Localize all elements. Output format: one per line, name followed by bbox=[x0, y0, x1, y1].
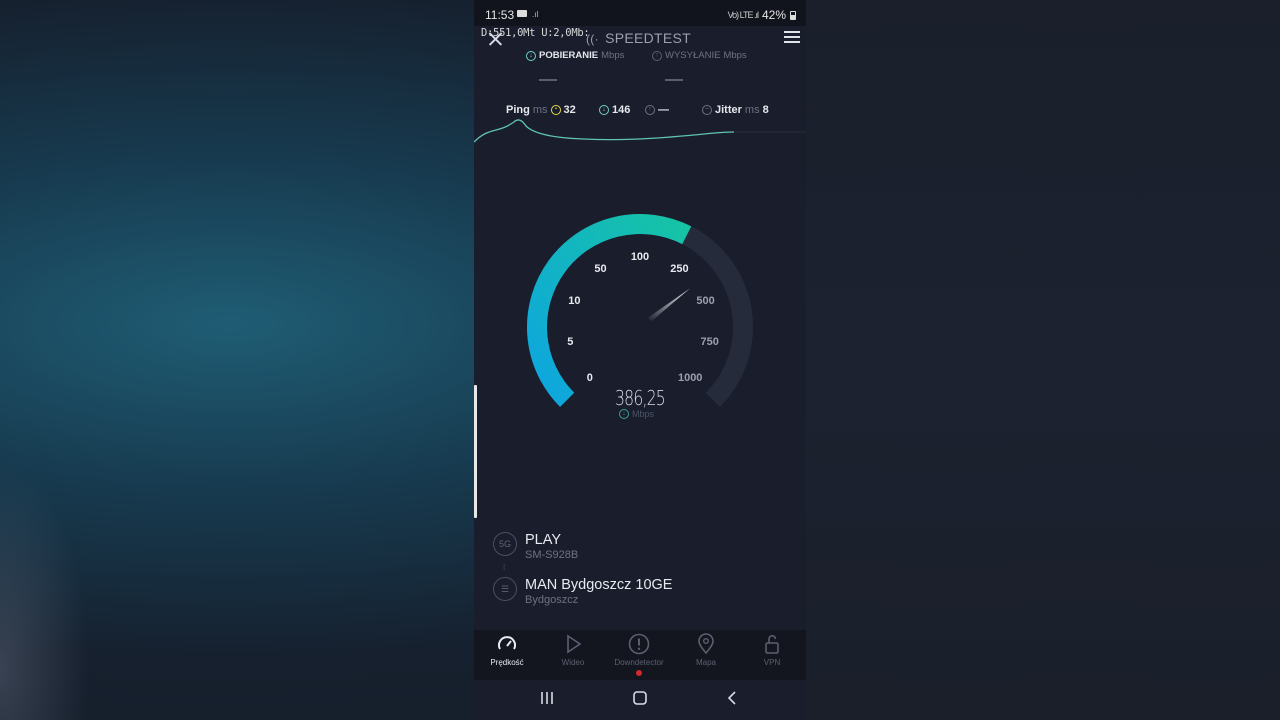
gauge-tick-label: 500 bbox=[696, 295, 714, 307]
upload-value-placeholder bbox=[665, 79, 683, 81]
upload-arrow-icon: ↑ bbox=[652, 50, 662, 61]
recent-apps-icon[interactable] bbox=[540, 690, 554, 706]
nav-vpn[interactable]: VPN bbox=[739, 630, 805, 667]
gauge-needle bbox=[647, 288, 690, 322]
nav-map[interactable]: Mapa bbox=[673, 630, 739, 667]
nav-map-label: Mapa bbox=[695, 658, 716, 667]
tab-download-label: POBIERANIE bbox=[539, 50, 599, 61]
app-title: ((· SPEEDTEST bbox=[586, 30, 691, 46]
edge-panel-handle[interactable] bbox=[474, 385, 477, 518]
gauge-progress bbox=[527, 214, 692, 407]
signal-small-icon: .ıl bbox=[532, 10, 539, 19]
camera-icon bbox=[517, 10, 527, 17]
gauge-speed-value: 386,25 bbox=[615, 386, 666, 410]
app-title-text: SPEEDTEST bbox=[605, 30, 692, 46]
nav-downdetector[interactable]: Downdetector bbox=[606, 630, 672, 667]
play-icon bbox=[567, 634, 582, 654]
background-glow bbox=[0, 460, 90, 720]
server-row[interactable]: ☰ MAN Bydgoszcz 10GE Bydgoszcz bbox=[493, 577, 672, 606]
system-navigation bbox=[474, 680, 806, 720]
gauge-tick-label: 10 bbox=[568, 295, 580, 307]
status-right: Vo) LTE .ıl 42% bbox=[728, 8, 796, 22]
map-pin-icon bbox=[698, 633, 714, 655]
carrier-name: PLAY bbox=[525, 532, 562, 548]
gauge-tick-label: 750 bbox=[700, 336, 718, 348]
graph-line bbox=[474, 119, 735, 143]
recording-indicator bbox=[636, 670, 642, 676]
status-time: 11:53 bbox=[485, 8, 515, 22]
connector-dots: ⁞ bbox=[503, 563, 506, 572]
battery-text: 42% bbox=[761, 8, 786, 22]
download-arrow-icon: ↓ bbox=[526, 50, 536, 61]
battery-icon bbox=[790, 10, 796, 20]
gauge-tick-label: 100 bbox=[631, 251, 649, 263]
server-icon: ☰ bbox=[493, 577, 517, 601]
gauge-tick-label: 250 bbox=[670, 263, 688, 275]
gauge-tick-label: 0 bbox=[587, 372, 593, 384]
nav-video-label: Wideo bbox=[561, 658, 585, 667]
server-location: Bydgoszcz bbox=[525, 594, 579, 606]
nav-video[interactable]: Wideo bbox=[540, 630, 606, 667]
tab-download[interactable]: ↓ POBIERANIE Mbps bbox=[526, 50, 624, 61]
network-5g-icon: 5G bbox=[493, 532, 517, 556]
gauge-tick-label: 5 bbox=[567, 336, 573, 348]
gauge-unit-label: Mbps bbox=[632, 409, 655, 419]
tab-upload-label: WYSYŁANIE bbox=[665, 50, 721, 61]
back-icon[interactable] bbox=[726, 690, 738, 706]
nav-downdetector-label: Downdetector bbox=[614, 658, 664, 667]
gauge-tick-label: 50 bbox=[594, 263, 606, 275]
speed-overlay: D:551,0Mt U:2,0Mb: bbox=[481, 27, 590, 39]
download-arrow-icon: ↓ bbox=[619, 409, 629, 419]
unlock-icon bbox=[765, 635, 779, 654]
speedometer-icon bbox=[498, 636, 516, 650]
nav-speed[interactable]: Prędkość bbox=[474, 630, 540, 667]
gauge-unit: ↓ Mbps bbox=[619, 409, 654, 419]
gauge-layer: 0 5 10 50 100 250 500 750 1000 bbox=[527, 214, 753, 407]
carrier-row: 5G PLAY SM-S928B bbox=[493, 532, 578, 561]
tab-upload-unit: Mbps bbox=[723, 50, 747, 61]
alert-icon bbox=[628, 633, 650, 655]
tab-download-unit: Mbps bbox=[601, 50, 625, 61]
menu-icon[interactable] bbox=[784, 31, 800, 45]
phone-screen: 11:53 .ıl Vo) LTE .ıl 42% ((· SPEEDTEST … bbox=[474, 0, 806, 720]
gauge-tick-label: 1000 bbox=[678, 372, 702, 384]
status-bar: 11:53 .ıl Vo) LTE .ıl 42% bbox=[474, 0, 806, 26]
home-icon[interactable] bbox=[632, 690, 648, 706]
nav-vpn-label: VPN bbox=[763, 658, 781, 667]
nav-speed-label: Prędkość bbox=[490, 658, 524, 667]
device-model: SM-S928B bbox=[525, 549, 579, 561]
background-right bbox=[806, 0, 1280, 720]
server-host: MAN Bydgoszcz 10GE bbox=[525, 577, 673, 593]
tab-upload[interactable]: ↑ WYSYŁANIE Mbps bbox=[652, 50, 747, 61]
download-value-placeholder bbox=[539, 79, 557, 81]
signal-icon: Vo) LTE .ıl bbox=[727, 10, 759, 20]
speed-graph bbox=[474, 119, 806, 143]
